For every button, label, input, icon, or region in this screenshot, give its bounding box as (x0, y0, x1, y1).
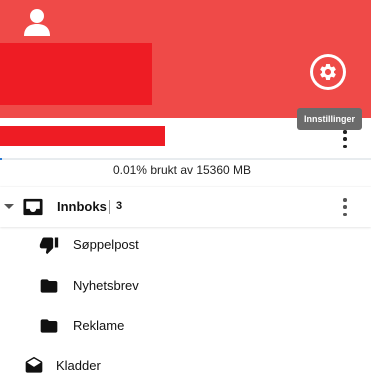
mail-app: Innstillinger 0.01% brukt av 15360 MB In… (0, 0, 371, 376)
open-envelope-icon (25, 356, 43, 373)
gear-icon (320, 63, 336, 80)
folder-ads[interactable]: Reklame (0, 306, 371, 346)
inbox-label: Innboks (57, 199, 107, 214)
folder-drafts-label: Kladder (56, 358, 101, 373)
folder-icon (40, 319, 58, 333)
folder-newsletters[interactable]: Nyhetsbrev (0, 266, 371, 306)
inbox-count-divider (109, 200, 110, 214)
inbox-more-icon[interactable] (342, 198, 348, 216)
redacted-account-name (0, 43, 152, 105)
inbox-unread-count: 3 (116, 200, 123, 212)
account-more-icon[interactable] (342, 130, 348, 148)
settings-tooltip: Innstillinger (297, 108, 363, 130)
folder-spam[interactable]: Søppelpost (0, 225, 371, 265)
settings-button[interactable] (310, 54, 346, 90)
storage-usage-text: 0.01% brukt av 15360 MB (112, 163, 252, 177)
folder-drafts[interactable]: Kladder (0, 346, 371, 376)
folder-newsletters-label: Nyhetsbrev (73, 278, 139, 293)
user-avatar-icon (24, 9, 50, 36)
folder-spam-label: Søppelpost (73, 237, 139, 252)
redacted-account-email (0, 126, 165, 146)
storage-progress-bar (0, 158, 371, 160)
storage-progress-fill (0, 158, 2, 160)
account-header (0, 0, 371, 118)
folder-ads-label: Reklame (73, 318, 125, 333)
inbox-tray-icon (23, 198, 43, 216)
folder-inbox[interactable]: Innboks 3 (0, 187, 371, 227)
thumbs-down-icon (39, 237, 59, 255)
folder-icon (40, 279, 58, 293)
collapse-caret-icon[interactable] (4, 204, 14, 209)
